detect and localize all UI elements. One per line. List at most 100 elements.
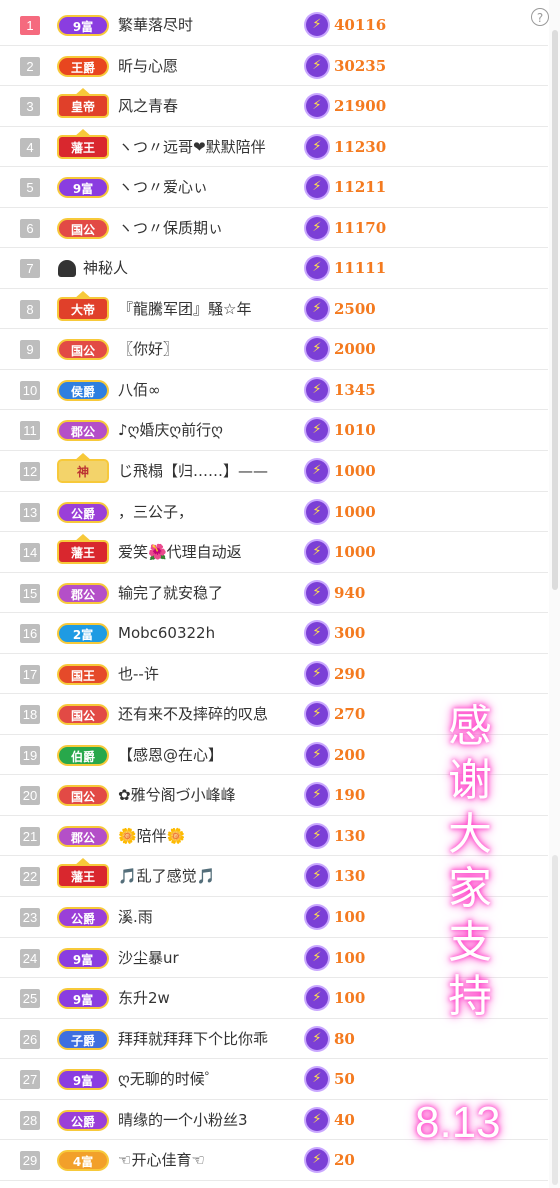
user-name[interactable]: ヽつ〃保质期ぃ <box>118 208 304 248</box>
user-name[interactable]: 也--许 <box>118 654 304 694</box>
ranking-row[interactable]: 26 子爵 拜拜就拜拜下个比你乖 ⚡ 80 <box>0 1019 548 1060</box>
user-name[interactable]: ✿雅兮阁づ小峰峰 <box>118 775 304 815</box>
ranking-row[interactable]: 2 王爵 昕与心愿 ⚡ 30235 <box>0 46 548 87</box>
lightning-coin-icon: ⚡ <box>306 622 328 645</box>
lightning-coin-icon: ⚡ <box>306 135 328 158</box>
lightning-coin-icon: ⚡ <box>306 14 328 36</box>
user-name[interactable]: ☜开心佳育☜ <box>118 1140 304 1180</box>
lightning-coin-icon: ⚡ <box>306 662 328 685</box>
thanks-char: 谢 <box>448 755 492 806</box>
user-name[interactable]: 溪.雨 <box>118 897 304 937</box>
rank-badge: 神 <box>57 453 109 484</box>
scrollbar-thumb[interactable] <box>552 30 558 590</box>
user-name[interactable]: 沙尘暴ur <box>118 938 304 978</box>
ranking-row[interactable]: 27 9富 ღ无聊的时候゜ ⚡ 50 <box>0 1059 548 1100</box>
user-name[interactable]: 拜拜就拜拜下个比你乖 <box>118 1019 304 1059</box>
user-name[interactable]: 昕与心愿 <box>118 46 304 86</box>
user-name[interactable]: じ飛榻【归……】—— <box>118 451 304 491</box>
contribution-amount: 11170 <box>334 218 387 237</box>
ranking-row[interactable]: 3 皇帝 风之青春 ⚡ 21900 <box>0 86 548 127</box>
contribution-amount: 11230 <box>334 137 387 156</box>
rank-badge: 藩王 <box>57 858 109 889</box>
user-name[interactable]: ღ无聊的时候゜ <box>118 1059 304 1099</box>
user-name[interactable]: 晴缘的一个小粉丝3 <box>118 1100 304 1140</box>
lightning-coin-icon: ⚡ <box>306 95 328 118</box>
ranking-row[interactable]: 11 郡公 ♪ღ婚庆ღ前行ღ ⚡ 1010 <box>0 410 548 452</box>
lightning-coin-icon: ⚡ <box>306 987 328 1010</box>
contribution-amount: 1000 <box>334 462 376 481</box>
ranking-row[interactable]: 17 国王 也--许 ⚡ 290 <box>0 654 548 695</box>
lightning-coin-icon: ⚡ <box>306 460 328 483</box>
ranking-row[interactable]: 13 公爵 ，三公子， ⚡ 1000 <box>0 492 548 533</box>
user-name[interactable]: 爱笑🌺代理自动返 <box>118 532 304 572</box>
ranking-row[interactable]: 4 藩王 ヽつ〃远哥❤默默陪伴 ⚡ 11230 <box>0 127 548 168</box>
user-name[interactable]: ♪ღ婚庆ღ前行ღ <box>118 410 304 450</box>
contribution-amount: 1000 <box>334 502 376 521</box>
contribution-amount: 20 <box>334 1151 355 1170</box>
contribution-amount: 2500 <box>334 299 376 318</box>
user-name[interactable]: 神秘人 <box>83 248 269 288</box>
user-name[interactable]: 东升2w <box>118 978 304 1018</box>
user-name[interactable]: 八佰∞ <box>118 370 304 410</box>
user-name[interactable]: 还有来不及摔碎的叹息 <box>118 694 304 734</box>
rank-number: 29 <box>20 1151 40 1171</box>
rank-number: 9 <box>20 340 40 360</box>
ranking-row[interactable]: 1 9富 繁華落尽时 ⚡ 40116 <box>0 5 548 46</box>
lightning-coin-icon: ⚡ <box>306 500 328 523</box>
contribution-amount: 1345 <box>334 380 376 399</box>
user-name[interactable]: ヽつ〃爱心ぃ <box>118 167 304 207</box>
lightning-coin-icon: ⚡ <box>306 54 328 77</box>
lightning-coin-icon: ⚡ <box>306 216 328 239</box>
rank-badge: 郡公 <box>57 582 109 604</box>
help-icon[interactable]: ? <box>531 8 549 26</box>
contribution-amount: 190 <box>334 786 366 805</box>
lightning-coin-icon: ⚡ <box>306 541 328 564</box>
contribution-amount: 300 <box>334 624 366 643</box>
rank-badge: 2富 <box>57 623 109 645</box>
user-name[interactable]: 【感恩@在心】 <box>118 735 304 775</box>
rank-badge: 大帝 <box>57 290 109 321</box>
ranking-row[interactable]: 6 国公 ヽつ〃保质期ぃ ⚡ 11170 <box>0 208 548 249</box>
scrollbar-thumb-secondary[interactable] <box>552 855 558 1185</box>
user-name[interactable]: ヽつ〃远哥❤默默陪伴 <box>118 127 304 167</box>
ranking-row[interactable]: 8 大帝 『龍騰军团』騒☆年 ⚡ 2500 <box>0 289 548 330</box>
ranking-row[interactable]: 7 神秘人 ⚡ 11111 <box>0 248 548 289</box>
ranking-row[interactable]: 16 2富 Mobc60322h ⚡ 300 <box>0 613 548 654</box>
contribution-amount: 100 <box>334 908 366 927</box>
thanks-char: 持 <box>448 971 492 1022</box>
rank-badge: 皇帝 <box>57 88 109 119</box>
rank-number: 4 <box>20 137 40 157</box>
user-name[interactable]: Mobc60322h <box>118 613 304 653</box>
user-name[interactable]: 🌼陪伴🌼 <box>118 816 304 856</box>
lightning-coin-icon: ⚡ <box>306 1068 328 1091</box>
ranking-row[interactable]: 10 侯爵 八佰∞ ⚡ 1345 <box>0 370 548 411</box>
ranking-row[interactable]: 12 神じ飛榻【归……】—— ⚡ 1000 <box>0 451 548 492</box>
thanks-char: 大 <box>448 809 492 860</box>
rank-badge: 9富 <box>57 1069 109 1091</box>
rank-number: 17 <box>20 664 40 684</box>
contribution-amount: 940 <box>334 583 366 602</box>
rank-badge: 藩王 <box>57 534 109 565</box>
rank-badge: 9富 <box>57 177 109 199</box>
user-name[interactable]: 『龍騰军团』騒☆年 <box>118 289 304 329</box>
rank-number: 20 <box>20 786 40 806</box>
user-name[interactable]: 〖你好〗 <box>118 329 304 369</box>
lightning-coin-icon: ⚡ <box>306 1027 328 1050</box>
rank-badge: 郡公 <box>57 825 109 847</box>
ranking-row[interactable]: 9 国公 〖你好〗 ⚡ 2000 <box>0 329 548 370</box>
user-name[interactable]: 风之青春 <box>118 86 304 126</box>
ranking-row[interactable]: 15 郡公 输完了就安稳了 ⚡ 940 <box>0 573 548 614</box>
rank-number: 11 <box>20 421 40 441</box>
lightning-coin-icon: ⚡ <box>306 703 328 726</box>
contribution-amount: 130 <box>334 867 366 886</box>
lightning-coin-icon: ⚡ <box>306 743 328 766</box>
contribution-amount: 1000 <box>334 543 376 562</box>
ranking-row[interactable]: 14 藩王 爱笑🌺代理自动返 ⚡ 1000 <box>0 532 548 573</box>
user-name[interactable]: 繁華落尽时 <box>118 5 304 45</box>
user-name[interactable]: 🎵乱了感觉🎵 <box>118 856 304 896</box>
user-name[interactable]: 输完了就安稳了 <box>118 573 304 613</box>
rank-badge: 子爵 <box>57 1028 109 1050</box>
user-name[interactable]: ，三公子， <box>118 492 304 532</box>
ranking-row[interactable]: 5 9富 ヽつ〃爱心ぃ ⚡ 11211 <box>0 167 548 208</box>
contribution-amount: 2000 <box>334 340 376 359</box>
